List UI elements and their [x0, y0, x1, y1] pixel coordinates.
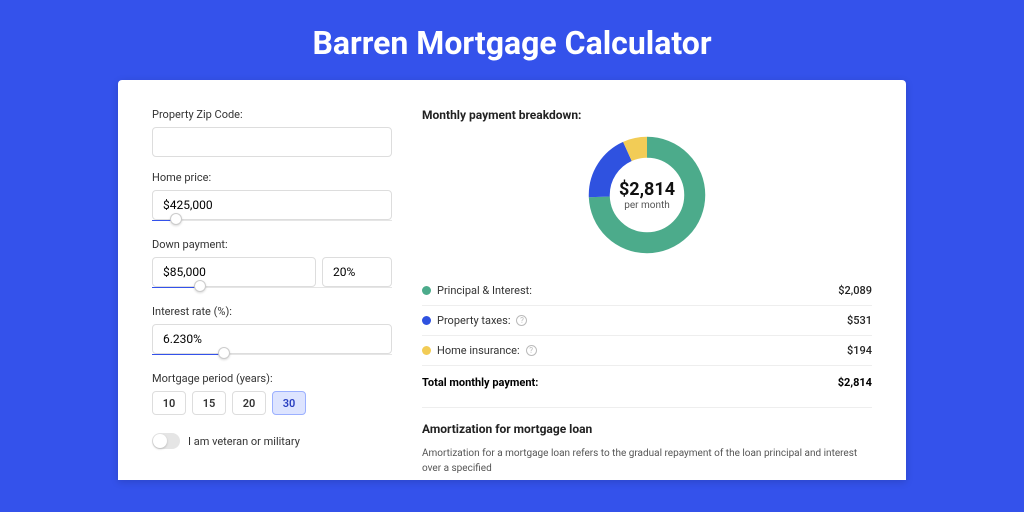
- period-button-10[interactable]: 10: [152, 391, 186, 415]
- legend-value: $194: [847, 344, 872, 357]
- legend-row: Principal & Interest: $2,089: [422, 276, 872, 306]
- down-payment-field-group: Down payment:: [152, 238, 392, 291]
- legend-label: Principal & Interest:: [437, 284, 532, 297]
- donut-chart-wrap: $2,814 per month: [422, 132, 872, 258]
- form-panel: Property Zip Code: Home price: Down paym…: [152, 108, 392, 480]
- interest-rate-field-group: Interest rate (%):: [152, 305, 392, 358]
- home-price-label: Home price:: [152, 171, 392, 184]
- legend-dot-icon: [422, 286, 431, 295]
- period-button-15[interactable]: 15: [192, 391, 226, 415]
- amortization-title: Amortization for mortgage loan: [422, 422, 872, 436]
- donut-center-sub: per month: [624, 200, 670, 211]
- period-button-20[interactable]: 20: [232, 391, 266, 415]
- veteran-label: I am veteran or military: [188, 435, 300, 448]
- down-payment-pct-input[interactable]: [322, 257, 392, 287]
- home-price-field-group: Home price:: [152, 171, 392, 224]
- info-icon[interactable]: ?: [516, 315, 527, 326]
- hero: Barren Mortgage Calculator: [0, 0, 1024, 80]
- zip-label: Property Zip Code:: [152, 108, 392, 121]
- veteran-toggle-row: I am veteran or military: [152, 433, 392, 449]
- legend-label: Property taxes:: [437, 314, 510, 327]
- total-value: $2,814: [838, 376, 872, 389]
- down-payment-amount-input[interactable]: [152, 257, 316, 287]
- donut-center-amount: $2,814: [619, 179, 675, 200]
- legend-value: $531: [847, 314, 872, 327]
- veteran-toggle[interactable]: [152, 433, 180, 449]
- down-payment-slider[interactable]: [152, 285, 392, 291]
- breakdown-title: Monthly payment breakdown:: [422, 108, 872, 122]
- interest-rate-input[interactable]: [152, 324, 392, 354]
- legend-dot-icon: [422, 346, 431, 355]
- interest-rate-slider[interactable]: [152, 352, 392, 358]
- monthly-payment-donut: $2,814 per month: [584, 132, 710, 258]
- legend-value: $2,089: [838, 284, 872, 297]
- amortization-section: Amortization for mortgage loan Amortizat…: [422, 407, 872, 476]
- total-label: Total monthly payment:: [422, 376, 538, 389]
- interest-rate-label: Interest rate (%):: [152, 305, 392, 318]
- zip-field-group: Property Zip Code:: [152, 108, 392, 157]
- total-row: Total monthly payment: $2,814: [422, 365, 872, 401]
- home-price-input[interactable]: [152, 190, 392, 220]
- zip-input[interactable]: [152, 127, 392, 157]
- breakdown-panel: Monthly payment breakdown: $2,814 per mo…: [422, 108, 872, 480]
- legend-row: Property taxes:? $531: [422, 306, 872, 336]
- mortgage-period-field-group: Mortgage period (years): 10152030: [152, 372, 392, 415]
- legend-row: Home insurance:? $194: [422, 336, 872, 365]
- calculator-card: Property Zip Code: Home price: Down paym…: [118, 80, 906, 480]
- amortization-text: Amortization for a mortgage loan refers …: [422, 446, 872, 476]
- legend-label: Home insurance:: [437, 344, 520, 357]
- legend-dot-icon: [422, 316, 431, 325]
- page-title: Barren Mortgage Calculator: [0, 24, 1024, 62]
- home-price-slider[interactable]: [152, 218, 392, 224]
- mortgage-period-label: Mortgage period (years):: [152, 372, 392, 385]
- period-button-30[interactable]: 30: [272, 391, 306, 415]
- info-icon[interactable]: ?: [526, 345, 537, 356]
- down-payment-label: Down payment:: [152, 238, 392, 251]
